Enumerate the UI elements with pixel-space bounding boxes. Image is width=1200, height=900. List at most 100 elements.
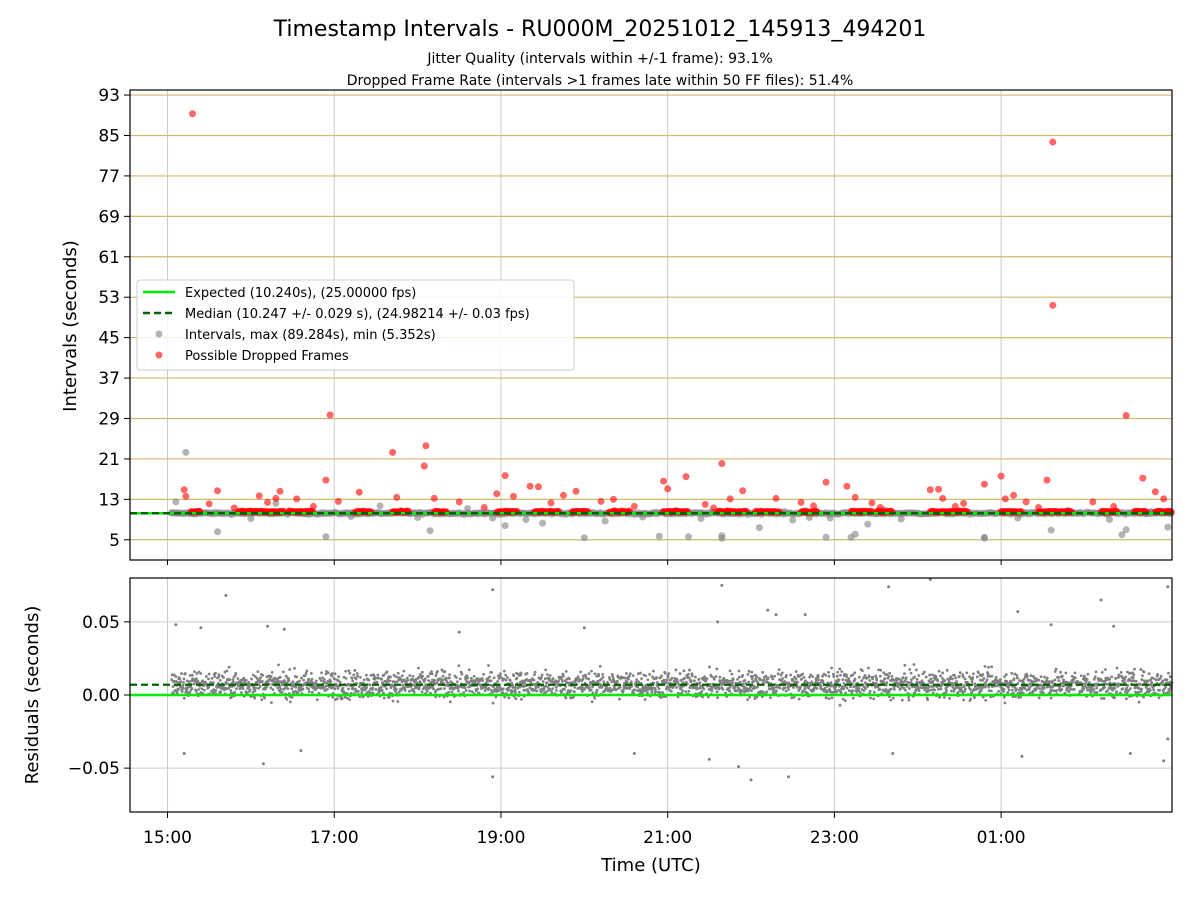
residual-point (752, 680, 755, 683)
residual-point (545, 681, 549, 685)
residual-point (1092, 677, 1096, 681)
residual-point (533, 670, 537, 674)
residual-point (1106, 689, 1109, 693)
residual-outlier-6 (1166, 585, 1170, 589)
residual-point (1002, 687, 1006, 691)
residual-point (860, 679, 864, 683)
residual-point (904, 676, 908, 680)
residual-point (625, 681, 629, 684)
residual-point (190, 687, 194, 690)
residual-point (1086, 672, 1090, 676)
dropped-point-28 (935, 485, 943, 493)
residual-outlier-25 (707, 757, 711, 761)
residual-point (182, 696, 186, 700)
residual-point (869, 696, 872, 700)
dropped-point-51 (455, 498, 463, 506)
residual-point (682, 669, 686, 673)
residual-point (741, 682, 745, 686)
residual-point (1156, 673, 1159, 676)
residual-point (1164, 685, 1168, 689)
residual-point (1139, 668, 1143, 671)
residual-point (307, 677, 311, 681)
interval-point-4 (464, 504, 472, 512)
residual-point (679, 678, 683, 682)
residual-point (778, 686, 782, 690)
residual-point (903, 672, 906, 676)
residual-point (780, 671, 784, 675)
residual-point (176, 688, 180, 692)
residual-point (207, 685, 211, 689)
residual-point (190, 673, 194, 677)
residual-point (971, 676, 975, 680)
residual-point (906, 681, 910, 685)
residual-point (700, 690, 704, 693)
residual-point (448, 700, 452, 704)
residual-point (731, 678, 735, 681)
residual-point (853, 677, 857, 681)
residual-point (1100, 697, 1103, 700)
residual-point (1005, 679, 1009, 683)
residual-point (281, 670, 285, 674)
dropped-point-3 (326, 411, 334, 419)
residual-point (1114, 677, 1118, 680)
residual-point (670, 676, 674, 680)
residual-point (875, 678, 879, 682)
residual-point (472, 674, 476, 678)
residual-point (929, 677, 933, 681)
residual-point (838, 667, 842, 671)
residual-point (300, 676, 303, 680)
residual-point (371, 686, 375, 690)
residual-point (270, 701, 273, 705)
x-tick-label-3: 21:00 (643, 828, 692, 848)
residual-point (698, 681, 702, 685)
residual-point (1161, 679, 1165, 683)
residual-point (564, 669, 568, 673)
residual-point (690, 674, 694, 678)
residual-point (965, 671, 969, 675)
dropped-point-21 (526, 482, 534, 490)
legend-median-label: Median (10.247 +/- 0.029 s), (24.98214 +… (185, 307, 530, 322)
residual-point (258, 685, 262, 688)
residual-point (741, 674, 745, 677)
dropped-point-35 (293, 495, 301, 503)
residual-point (907, 698, 911, 702)
residual-point (887, 675, 891, 678)
residual-point (217, 673, 221, 677)
residual-point (499, 672, 502, 676)
residual-point (936, 679, 940, 683)
residual-outlier-24 (632, 752, 636, 755)
residual-point (260, 698, 264, 702)
residual-point (408, 674, 412, 677)
residual-point (644, 674, 648, 678)
residual-point (523, 681, 526, 685)
residual-point (551, 677, 555, 680)
residual-point (540, 673, 544, 677)
residual-point (551, 687, 555, 690)
residual-point (1022, 681, 1025, 684)
residual-point (395, 680, 399, 684)
residual-point (543, 677, 547, 681)
residual-point (369, 673, 373, 677)
residual-point (374, 687, 378, 691)
residual-point (772, 686, 776, 690)
residual-point (179, 680, 183, 684)
residual-point (917, 689, 921, 693)
residual-point (747, 680, 751, 684)
residual-point (225, 669, 229, 673)
residual-point (1104, 668, 1107, 671)
residual-point (1140, 678, 1144, 681)
residual-point (307, 687, 310, 691)
residual-point (441, 678, 445, 682)
residual-point (1016, 676, 1019, 680)
residual-point (710, 689, 714, 693)
residual-point (590, 700, 594, 704)
residual-point (1082, 687, 1086, 691)
residual-point (389, 675, 392, 679)
residual-point (750, 689, 753, 693)
residual-point (939, 687, 943, 691)
residual-point (747, 669, 751, 673)
residual-point (718, 675, 722, 679)
residual-point (986, 672, 990, 676)
residual-point (969, 697, 973, 701)
residual-point (766, 676, 770, 680)
